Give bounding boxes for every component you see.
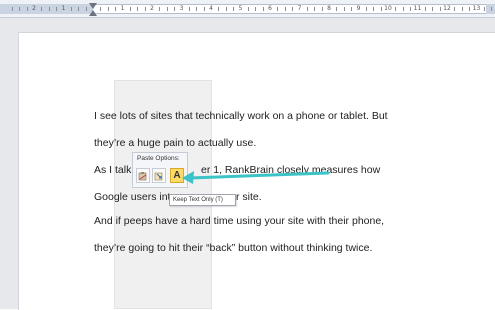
paragraph-line-4a[interactable]: Google users int bbox=[94, 190, 170, 204]
ruler-number: 6 bbox=[268, 5, 272, 12]
arrow-head bbox=[182, 171, 194, 184]
ruler-tick bbox=[145, 7, 146, 11]
ruler-tick bbox=[432, 7, 433, 11]
ruler-tick bbox=[344, 7, 345, 11]
first-line-indent-marker[interactable] bbox=[89, 3, 97, 9]
paste-options-title: Paste Options: bbox=[137, 155, 180, 162]
ruler-tick bbox=[174, 7, 175, 11]
paragraph-line-1[interactable]: I see lots of sites that technically wor… bbox=[94, 109, 388, 123]
ruler-number: 4 bbox=[209, 5, 213, 12]
ruler-number: 8 bbox=[327, 5, 331, 12]
merge-formatting-button[interactable] bbox=[152, 168, 166, 183]
ruler-tick bbox=[484, 7, 485, 11]
ruler-number: 2 bbox=[32, 5, 36, 12]
hanging-indent-marker[interactable] bbox=[89, 10, 97, 16]
ruler-number: 7 bbox=[297, 5, 302, 12]
ruler-tick bbox=[189, 7, 190, 11]
ruler-tick bbox=[285, 7, 286, 11]
merge-formatting-icon bbox=[154, 172, 163, 180]
ruler-number: 1 bbox=[120, 5, 125, 12]
ruler-tick bbox=[491, 7, 492, 11]
paragraph-line-6[interactable]: they’re going to hit their “back” button… bbox=[94, 241, 372, 255]
ruler-tick bbox=[159, 7, 160, 11]
ruler-tick bbox=[226, 7, 227, 11]
ruler-tick bbox=[108, 7, 109, 11]
ruler-tick bbox=[49, 7, 50, 11]
ruler-tick bbox=[233, 7, 234, 11]
paragraph-line-4b[interactable]: r site. bbox=[236, 190, 262, 204]
ruler-tick bbox=[307, 7, 308, 11]
ruler-tick bbox=[373, 7, 374, 11]
ruler-tick bbox=[130, 7, 131, 11]
paragraph-line-3a[interactable]: As I talk bbox=[94, 163, 131, 177]
ruler-number: 11 bbox=[413, 5, 422, 12]
ruler-tick bbox=[403, 7, 404, 11]
ruler-tick bbox=[27, 7, 28, 11]
horizontal-ruler[interactable]: 2 1 1 2 3 4 5 6 7 8 9 10 11 12 13 bbox=[0, 0, 495, 18]
ruler-tick bbox=[86, 7, 87, 11]
ruler-tick bbox=[12, 7, 13, 11]
ruler-tick bbox=[410, 7, 411, 11]
ruler-tick bbox=[100, 7, 101, 11]
paragraph-line-5[interactable]: And if peeps have a hard time using your… bbox=[94, 214, 384, 228]
ruler-tick bbox=[78, 7, 79, 11]
ruler-number: 9 bbox=[356, 5, 361, 12]
ruler-tick bbox=[292, 7, 293, 11]
ruler-number: 12 bbox=[443, 5, 451, 12]
annotation-arrow bbox=[182, 171, 330, 184]
ruler-tick bbox=[137, 7, 138, 11]
ruler-tick bbox=[425, 7, 426, 11]
ruler-tick bbox=[277, 7, 278, 11]
ruler-number: 13 bbox=[472, 5, 481, 12]
ruler-tick bbox=[248, 7, 249, 11]
ruler-number: 1 bbox=[61, 5, 66, 12]
ruler-number: 10 bbox=[384, 5, 392, 12]
ruler-tick bbox=[314, 7, 315, 11]
ruler-tick bbox=[440, 7, 441, 11]
ruler-tick bbox=[204, 7, 205, 11]
ruler-tick bbox=[322, 7, 323, 11]
ruler-left-margin bbox=[0, 4, 93, 14]
ruler-tick bbox=[41, 7, 42, 11]
ruler-tick bbox=[115, 7, 116, 11]
ruler-tick bbox=[395, 7, 396, 11]
paste-tooltip: Keep Text Only (T) bbox=[169, 194, 236, 206]
ruler-tick bbox=[351, 7, 352, 11]
paragraph-line-2[interactable]: they’re a huge pain to actually use. bbox=[94, 136, 256, 150]
keep-source-formatting-button[interactable] bbox=[136, 168, 150, 183]
ruler-tick bbox=[462, 7, 463, 11]
ruler-tick bbox=[71, 7, 72, 11]
ruler-number: 5 bbox=[238, 5, 243, 12]
ruler-tick bbox=[255, 7, 256, 11]
ruler-tick bbox=[336, 7, 337, 11]
ruler-tick bbox=[167, 7, 168, 11]
ruler-tick bbox=[454, 7, 455, 11]
ruler-tick bbox=[196, 7, 197, 11]
ruler-tick bbox=[56, 7, 57, 11]
keep-source-formatting-icon bbox=[138, 171, 147, 180]
ruler-tick bbox=[218, 7, 219, 11]
ruler-number: 2 bbox=[150, 5, 154, 12]
ruler-tick bbox=[381, 7, 382, 11]
ruler-number: 3 bbox=[179, 5, 184, 12]
ruler-tick bbox=[19, 7, 20, 11]
ruler-tick bbox=[469, 7, 470, 11]
ruler-tick bbox=[263, 7, 264, 11]
arrow-shaft bbox=[188, 171, 330, 180]
ruler-tick bbox=[366, 7, 367, 11]
